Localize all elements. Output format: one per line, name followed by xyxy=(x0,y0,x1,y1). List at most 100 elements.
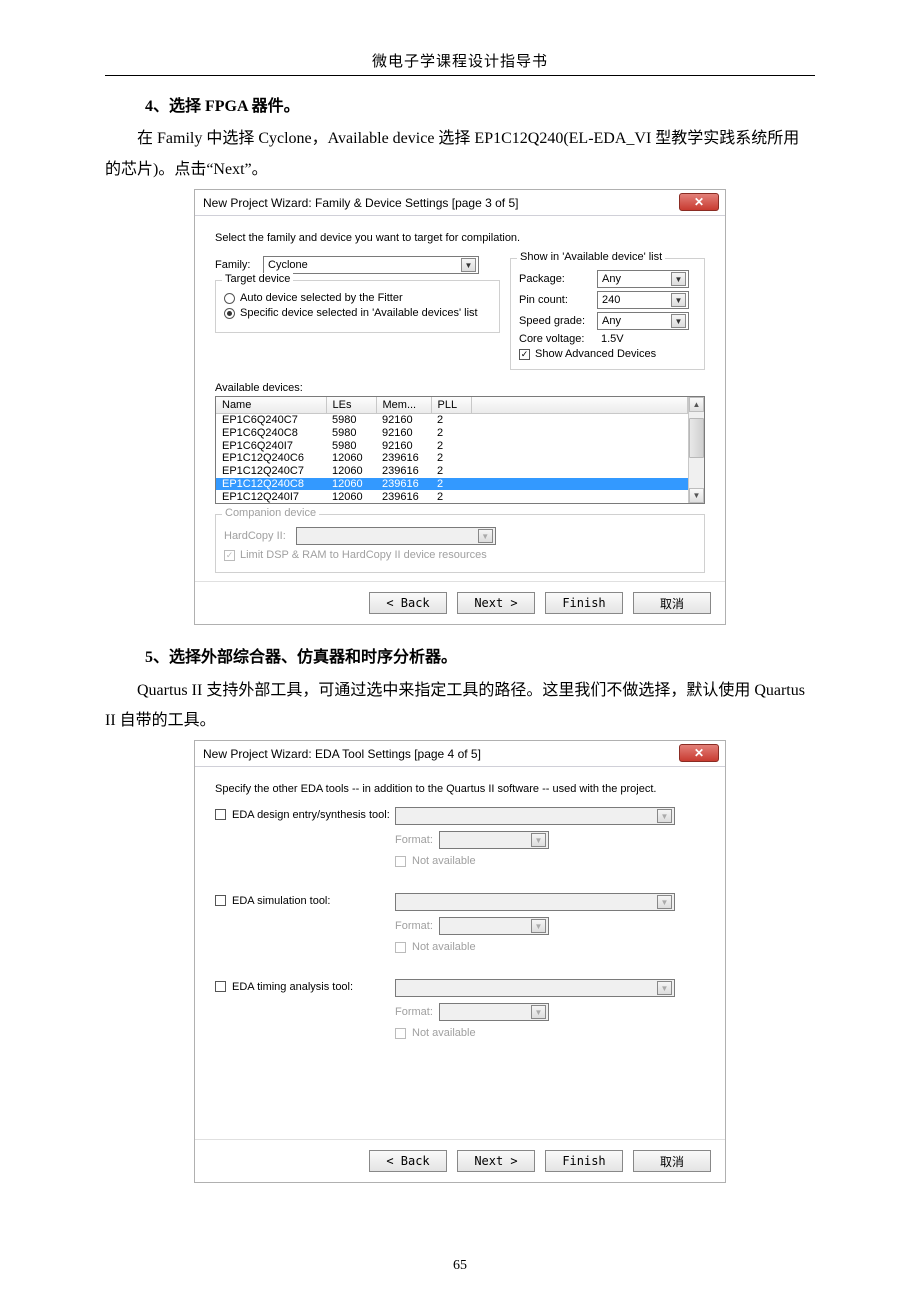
format-label: Format: xyxy=(395,1006,433,1018)
eda-synthesis-label: EDA design entry/synthesis tool: xyxy=(232,809,390,821)
cancel-button[interactable]: 取消 xyxy=(633,592,711,614)
cell-les: 12060 xyxy=(326,490,376,503)
chevron-down-icon: ▼ xyxy=(461,258,476,272)
chevron-down-icon: ▼ xyxy=(657,895,672,909)
notavail-label: Not available xyxy=(412,1027,476,1039)
scroll-up-icon[interactable]: ▲ xyxy=(689,397,704,412)
table-row[interactable]: EP1C6Q240I75980921602 xyxy=(216,439,688,452)
eda-synthesis-checkbox[interactable] xyxy=(215,809,226,820)
finish-button[interactable]: Finish xyxy=(545,1150,623,1172)
dialog1-buttons: < Back Next > Finish 取消 xyxy=(195,581,725,624)
eda-simulation-checkbox[interactable] xyxy=(215,895,226,906)
chevron-down-icon: ▼ xyxy=(531,919,546,933)
notavail-checkbox xyxy=(395,1028,406,1039)
show-advanced-checkbox[interactable] xyxy=(519,349,530,360)
close-icon: ✕ xyxy=(694,196,704,208)
table-row[interactable]: EP1C12Q240C7120602396162 xyxy=(216,465,688,478)
cell-name: EP1C6Q240I7 xyxy=(216,439,326,452)
cell-les: 5980 xyxy=(326,413,376,426)
cell-pll: 2 xyxy=(431,413,471,426)
speed-combo[interactable]: Any ▼ xyxy=(597,312,689,330)
show-advanced-row[interactable]: Show Advanced Devices xyxy=(519,348,696,360)
show-fieldset: Show in 'Available device' list Package:… xyxy=(510,258,705,370)
cell-name: EP1C12Q240C7 xyxy=(216,465,326,478)
dialog1-body: Select the family and device you want to… xyxy=(195,216,725,581)
col-name[interactable]: Name xyxy=(216,397,326,413)
table-row[interactable]: EP1C12Q240C8120602396162 xyxy=(216,478,688,491)
chevron-down-icon: ▼ xyxy=(478,529,493,543)
radio-auto-row[interactable]: Auto device selected by the Fitter xyxy=(224,292,491,304)
pincount-combo[interactable]: 240 ▼ xyxy=(597,291,689,309)
notavail-checkbox xyxy=(395,856,406,867)
col-les[interactable]: LEs xyxy=(326,397,376,413)
cell-mem: 92160 xyxy=(376,413,431,426)
family-value: Cyclone xyxy=(268,259,308,271)
cell-les: 5980 xyxy=(326,439,376,452)
step-5-paragraph: Quartus II 支持外部工具，可通过选中来指定工具的路径。这里我们不做选择… xyxy=(105,676,815,737)
scroll-down-icon[interactable]: ▼ xyxy=(689,488,704,503)
available-devices-label: Available devices: xyxy=(215,382,705,394)
radio-specific[interactable] xyxy=(224,308,235,319)
family-label: Family: xyxy=(215,259,263,271)
notavail-label: Not available xyxy=(412,941,476,953)
available-devices-list[interactable]: Name LEs Mem... PLL EP1C6Q240C7598092160… xyxy=(215,396,705,504)
family-combo[interactable]: Cyclone ▼ xyxy=(263,256,479,274)
chevron-down-icon: ▼ xyxy=(531,833,546,847)
col-mem[interactable]: Mem... xyxy=(376,397,431,413)
cell-mem: 92160 xyxy=(376,439,431,452)
hardcopy-combo: ▼ xyxy=(296,527,496,545)
eda-synthesis-combo: ▼ xyxy=(395,807,675,825)
col-spacer xyxy=(471,397,688,413)
dialog1-titlebar: New Project Wizard: Family & Device Sett… xyxy=(195,190,725,216)
speed-value: Any xyxy=(602,315,621,327)
header-divider xyxy=(105,75,815,76)
back-button[interactable]: < Back xyxy=(369,1150,447,1172)
radio-auto-label: Auto device selected by the Fitter xyxy=(240,292,403,304)
next-button[interactable]: Next > xyxy=(457,1150,535,1172)
cell-pll: 2 xyxy=(431,452,471,465)
speed-label: Speed grade: xyxy=(519,315,597,327)
notavail-label: Not available xyxy=(412,855,476,867)
scroll-thumb[interactable] xyxy=(689,418,704,458)
finish-button[interactable]: Finish xyxy=(545,592,623,614)
back-button[interactable]: < Back xyxy=(369,592,447,614)
cell-pll: 2 xyxy=(431,426,471,439)
cell-mem: 239616 xyxy=(376,465,431,478)
family-target-column: Family: Cyclone ▼ Target device Auto dev… xyxy=(215,256,500,370)
table-row[interactable]: EP1C12Q240I7120602396162 xyxy=(216,490,688,503)
table-scrollbar[interactable]: ▲ ▼ xyxy=(688,397,704,503)
companion-fieldset: Companion device HardCopy II: ▼ Limit DS… xyxy=(215,514,705,573)
cancel-button[interactable]: 取消 xyxy=(633,1150,711,1172)
close-button[interactable]: ✕ xyxy=(679,744,719,762)
chevron-down-icon: ▼ xyxy=(671,293,686,307)
cell-name: EP1C12Q240C6 xyxy=(216,452,326,465)
dialog2-title: New Project Wizard: EDA Tool Settings [p… xyxy=(203,747,679,761)
format-combo: ▼ xyxy=(439,1003,549,1021)
col-pll[interactable]: PLL xyxy=(431,397,471,413)
package-combo[interactable]: Any ▼ xyxy=(597,270,689,288)
limit-checkbox xyxy=(224,550,235,561)
table-row[interactable]: EP1C6Q240C75980921602 xyxy=(216,413,688,426)
show-legend: Show in 'Available device' list xyxy=(517,251,665,263)
close-button[interactable]: ✕ xyxy=(679,193,719,211)
step-4-heading: 4、选择 FPGA 器件。 xyxy=(105,92,815,122)
dialog2-buttons: < Back Next > Finish 取消 xyxy=(195,1139,725,1182)
next-button[interactable]: Next > xyxy=(457,592,535,614)
cell-mem: 239616 xyxy=(376,452,431,465)
cell-pll: 2 xyxy=(431,478,471,491)
page-header: 微电子学课程设计指导书 xyxy=(105,50,815,71)
radio-auto[interactable] xyxy=(224,293,235,304)
chevron-down-icon: ▼ xyxy=(657,809,672,823)
dialog1-title: New Project Wizard: Family & Device Sett… xyxy=(203,196,679,210)
table-row[interactable]: EP1C12Q240C6120602396162 xyxy=(216,452,688,465)
dialog2-titlebar: New Project Wizard: EDA Tool Settings [p… xyxy=(195,741,725,767)
radio-specific-label: Specific device selected in 'Available d… xyxy=(240,307,478,319)
eda-simulation-combo: ▼ xyxy=(395,893,675,911)
radio-specific-row[interactable]: Specific device selected in 'Available d… xyxy=(224,307,491,319)
format-label: Format: xyxy=(395,920,433,932)
device-table: Name LEs Mem... PLL EP1C6Q240C7598092160… xyxy=(216,397,688,503)
table-row[interactable]: EP1C6Q240C85980921602 xyxy=(216,426,688,439)
eda-timing-checkbox[interactable] xyxy=(215,981,226,992)
target-device-fieldset: Target device Auto device selected by th… xyxy=(215,280,500,333)
cell-name: EP1C6Q240C7 xyxy=(216,413,326,426)
